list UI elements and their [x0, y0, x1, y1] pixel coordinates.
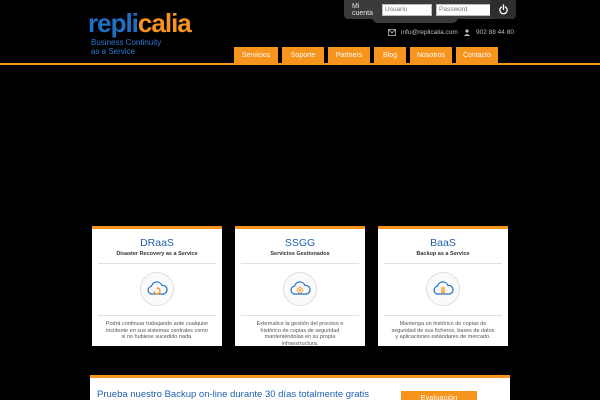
trial-banner: Prueba nuestro Backup on-line durante 30… [90, 375, 510, 400]
nav-item-soporte[interactable]: Soporte [282, 47, 324, 63]
logo-wordmark: replicalia [88, 8, 198, 38]
password-input[interactable] [436, 3, 492, 16]
cloud-gear-icon [283, 272, 317, 306]
card-title[interactable]: DRaaS [92, 237, 222, 249]
card-divider [384, 263, 502, 264]
logo-part-2: calia [137, 8, 192, 38]
contact-phone: 902 88 44 80 [463, 29, 514, 36]
trial-banner-text: Prueba nuestro Backup on-line durante 30… [97, 389, 369, 400]
card-description: Mantenga un histórico de copias de segur… [391, 321, 495, 340]
card-description: Podrá continuar trabajando ante cualquie… [105, 321, 209, 340]
username-input[interactable] [382, 3, 432, 16]
service-card-draas[interactable]: DRaaS Disaster Recovery as a Service Pod… [92, 226, 222, 346]
nav-item-partners[interactable]: Partners [328, 47, 370, 63]
nav-item-servicios[interactable]: Servicios [234, 47, 278, 63]
cloud-recovery-icon [140, 272, 174, 306]
evaluation-button[interactable]: Evaluación [401, 391, 477, 400]
mail-icon [388, 29, 396, 36]
service-card-ssgg[interactable]: SSGG Servicios Gestionados Externalice l… [235, 226, 365, 347]
header-divider [0, 63, 600, 65]
card-title[interactable]: BaaS [378, 237, 508, 249]
contact-email[interactable]: info@replicalia.com [388, 29, 458, 36]
cloud-backup-icon [426, 272, 460, 306]
card-subtitle: Disaster Recovery as a Service [116, 251, 198, 257]
card-divider [98, 263, 216, 264]
card-subtitle: Backup as a Service [416, 251, 470, 257]
user-icon [463, 29, 471, 36]
service-card-baas[interactable]: BaaS Backup as a Service Mantenga un his… [378, 226, 508, 346]
contact-phone-text: 902 88 44 80 [476, 29, 514, 36]
login-button[interactable] [490, 0, 516, 19]
card-description: Externalice la gestión del proceso e his… [256, 321, 344, 347]
card-divider [241, 263, 359, 264]
contact-email-text: info@replicalia.com [401, 29, 458, 36]
login-label: Mi cuenta [352, 2, 374, 17]
logo-part-1: repli [88, 8, 139, 38]
nav-item-contacto[interactable]: Contacto [456, 47, 498, 63]
login-tab-decoration [372, 17, 458, 23]
card-title[interactable]: SSGG [235, 237, 365, 249]
logo-tagline-1: Business Continuity [91, 38, 162, 47]
logo-tagline-2: as a Service [91, 47, 136, 56]
main-nav: Servicios Soporte Partners Blog Nosotros… [234, 47, 498, 63]
power-icon [498, 4, 508, 15]
logo[interactable]: replicalia Business Continuity as a Serv… [88, 8, 198, 56]
card-subtitle: Servicios Gestionados [270, 251, 330, 257]
nav-item-nosotros[interactable]: Nosotros [410, 47, 452, 63]
nav-item-blog[interactable]: Blog [374, 47, 406, 63]
